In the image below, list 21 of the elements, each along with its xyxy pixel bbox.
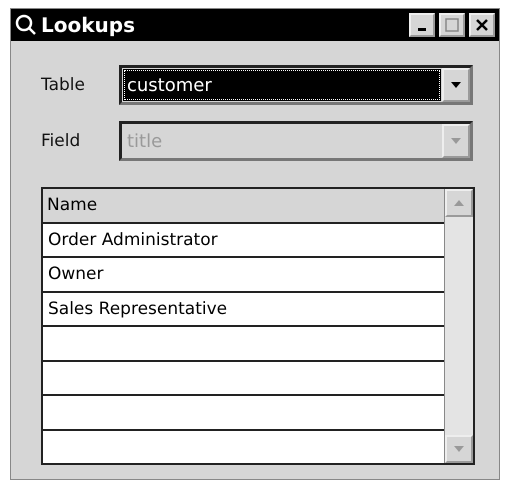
scroll-up-button[interactable] <box>445 189 473 217</box>
field-label: Field <box>41 131 82 151</box>
table-cell[interactable]: Sales Representative <box>43 292 444 327</box>
search-icon <box>15 14 37 36</box>
down-arrow-icon <box>454 446 464 452</box>
field-label: Table <box>41 75 86 95</box>
table-cell[interactable]: Order Administrator <box>43 224 444 258</box>
column-header[interactable]: Name <box>43 189 444 224</box>
up-arrow-icon <box>454 200 464 206</box>
close-icon <box>476 19 488 31</box>
window-title: Lookups <box>41 13 136 37</box>
scroll-down-button[interactable] <box>445 435 473 463</box>
close-button[interactable] <box>469 13 495 37</box>
down-arrow-icon <box>451 138 461 144</box>
dropdown-button[interactable] <box>442 68 470 102</box>
dropdown[interactable]: customer <box>119 65 473 105</box>
minimize-button[interactable] <box>409 13 435 37</box>
minimize-icon <box>418 28 426 31</box>
down-arrow-icon <box>451 82 461 88</box>
scrollbar[interactable] <box>444 189 473 463</box>
maximize-icon <box>445 18 459 32</box>
